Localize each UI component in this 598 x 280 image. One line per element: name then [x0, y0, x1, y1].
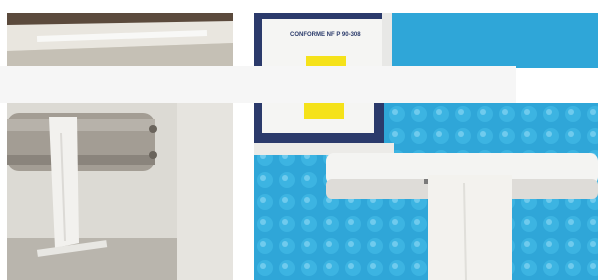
sticker-yellow	[306, 56, 346, 66]
top-strip-right	[258, 0, 598, 8]
panel-label: CONFORME NF P 90-308	[290, 32, 361, 38]
photo-collage: CONFORME NF P 90-308	[0, 0, 598, 280]
photo-bottom-left-roller	[7, 103, 233, 280]
overlay-band	[0, 66, 516, 103]
panel-label-text: CONFORME NF P 90-308	[290, 32, 361, 38]
top-strip-left	[14, 0, 238, 8]
photo-top-left-rail	[7, 13, 233, 68]
photo-bottom-right-pool	[254, 103, 598, 280]
